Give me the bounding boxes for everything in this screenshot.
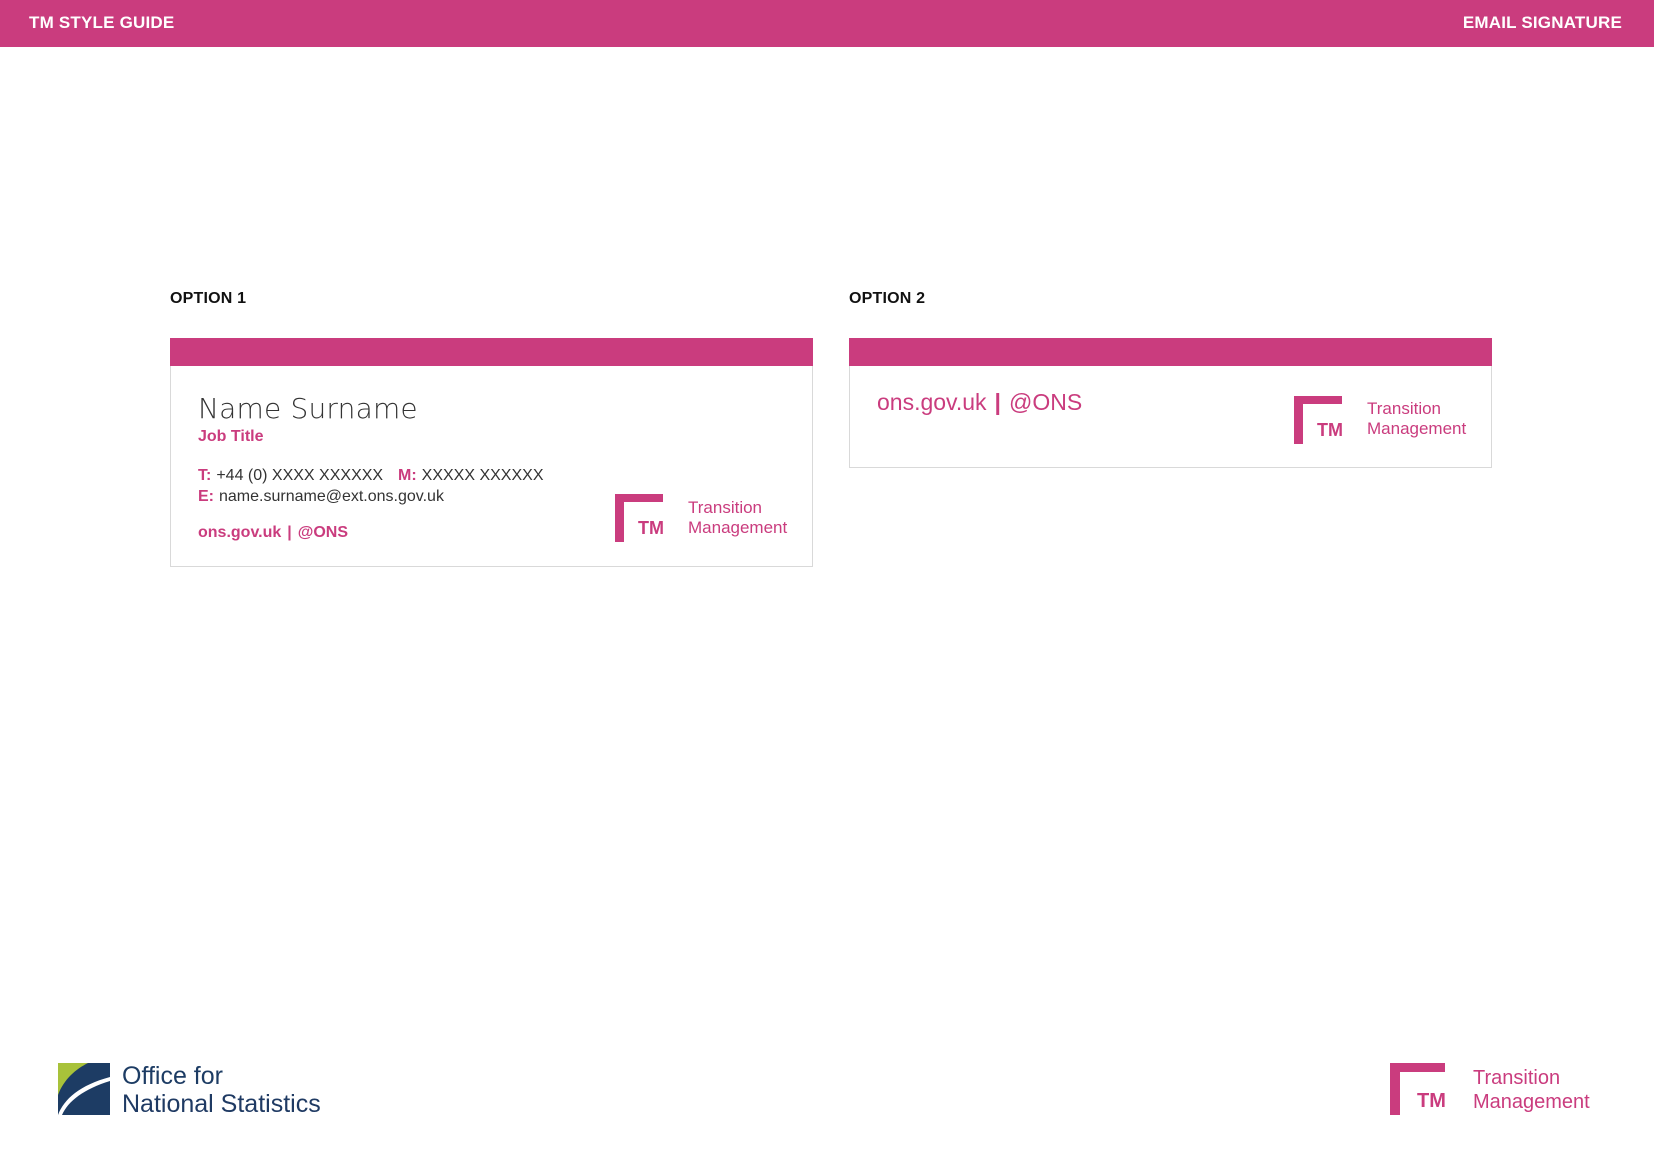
tm-logo-line2: Management [1367,419,1467,439]
tm-logo-text: Transition Management [688,498,787,539]
tm-logo-mark: TM [615,494,664,542]
signature-header-bar [170,338,813,366]
link-separator: | [287,524,292,541]
signature-job-title: Job Title [198,428,264,445]
section-title: EMAIL SIGNATURE [1462,13,1622,32]
phone-value: +44 (0) XXXX XXXXXX [216,467,384,484]
footer-tm-logo-text: Transition Management [1473,1066,1590,1114]
twitter-link[interactable]: @ONS [298,524,348,541]
signature-web-links: ons.gov.uk | @ONS [877,389,1082,416]
signature-web-links: ons.gov.uk | @ONS [198,524,348,542]
signature-phone: T: +44 (0) XXXX XXXXXX [198,467,383,485]
footer-tm-logo-mark: TM [1390,1063,1446,1115]
tm-logo-line1: Transition [1367,399,1442,418]
footer-tm-logo-line1: Transition [1473,1067,1561,1089]
signature-name: Name Surname [198,392,418,425]
footer-tm-mark-text: TM [1417,1090,1446,1112]
ons-logo-icon [58,1063,110,1115]
style-guide-title: TM STYLE GUIDE [29,13,175,32]
ons-logo-text: Office for National Statistics [122,1062,321,1118]
signature-header-bar [849,338,1492,366]
option-1-label: OPTION 1 [170,290,247,307]
tm-logo-line1: Transition [688,498,763,517]
website-link[interactable]: ons.gov.uk [877,389,987,415]
tm-logo-text: Transition Management [1367,399,1466,440]
mobile-label: M: [398,467,417,484]
option-2-label: OPTION 2 [849,290,926,307]
phone-label: T: [198,467,212,484]
ons-logo-line2: National Statistics [122,1090,321,1118]
signature-option-2: ons.gov.uk | @ONS TM Transition Management [849,338,1492,468]
link-separator: | [994,389,1001,415]
tm-logo-mark: TM [1294,396,1343,444]
footer-tm-logo-line2: Management [1473,1091,1590,1113]
twitter-link[interactable]: @ONS [1009,389,1082,415]
signature-option-1: Name Surname Job Title T: +44 (0) XXXX XX… [170,338,813,567]
ons-logo-line1: Office for [122,1062,223,1090]
email-label: E: [198,488,214,505]
tm-mark-text: TM [638,518,664,538]
signature-email: E: name.surname@ext.ons.gov.uk [198,488,444,506]
tm-mark-text: TM [1317,420,1343,440]
email-value[interactable]: name.surname@ext.ons.gov.uk [219,488,444,505]
mobile-value: XXXXX XXXXXX [421,467,544,484]
top-banner: TM STYLE GUIDE EMAIL SIGNATURE [0,0,1654,47]
website-link[interactable]: ons.gov.uk [198,524,281,541]
tm-logo-line2: Management [688,518,788,538]
signature-mobile: M: XXXXX XXXXXX [398,467,544,485]
